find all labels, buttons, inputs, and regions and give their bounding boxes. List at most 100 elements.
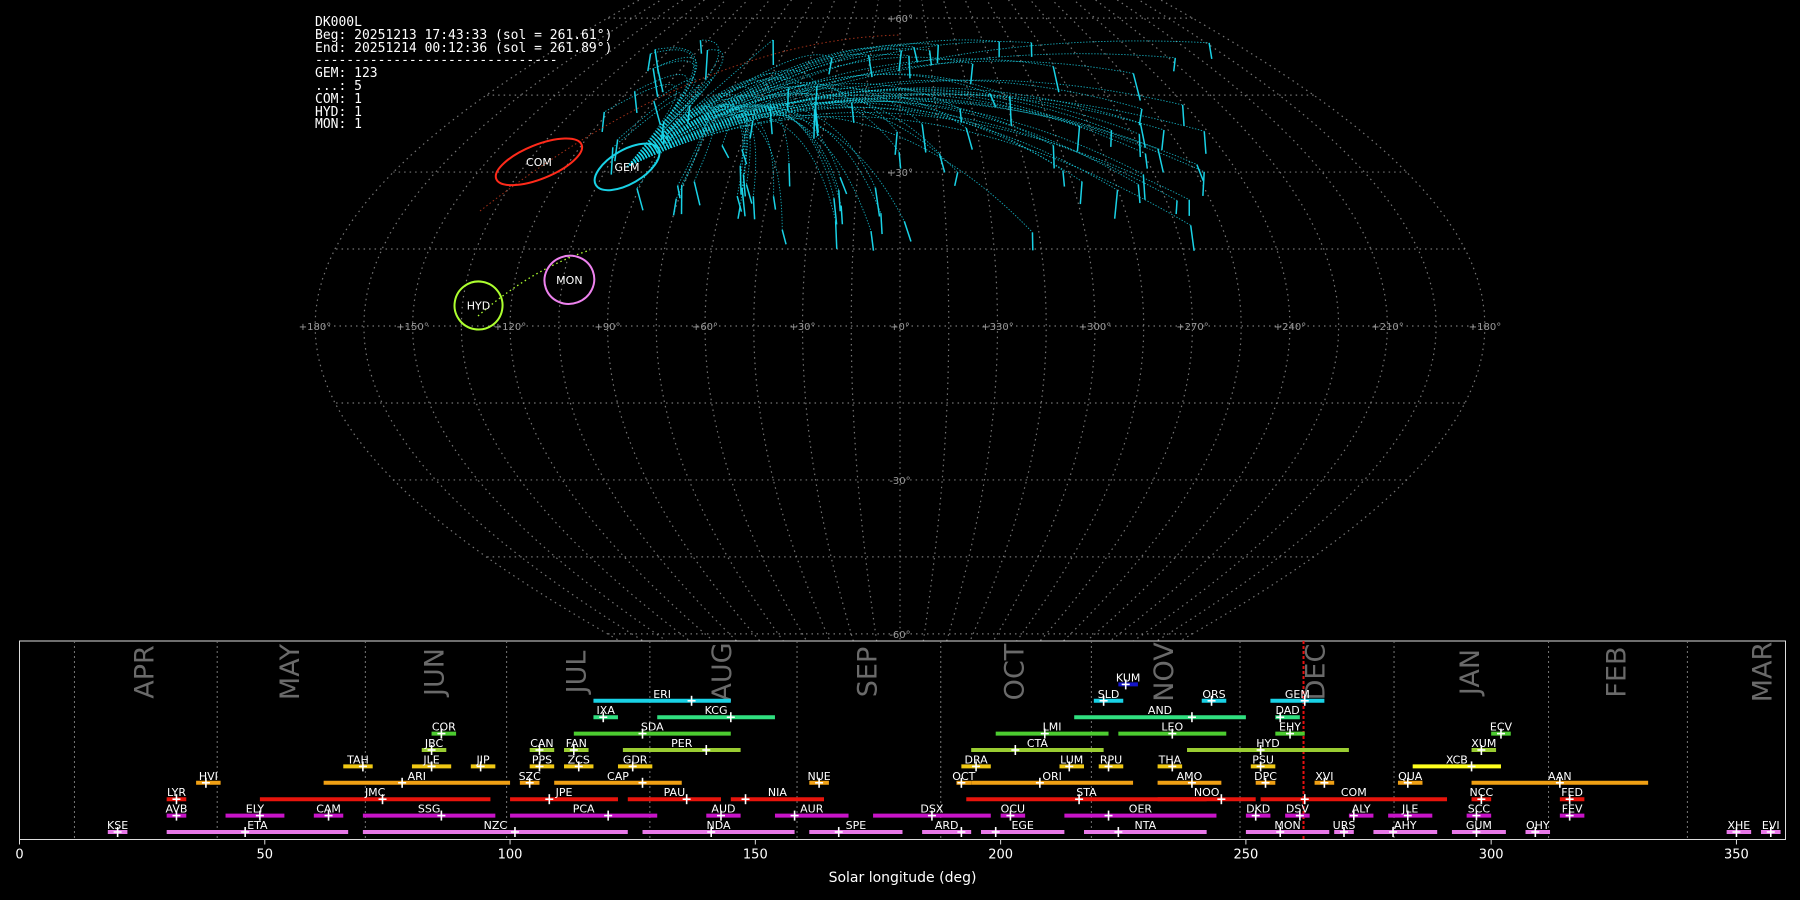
shower-label-xum: XUM [1471,737,1496,750]
x-tick-label: 100 [498,848,523,863]
meridian-label: +60° [692,322,718,333]
shower-label-ely: ELY [246,803,265,816]
shower-label-kse: KSE [107,819,128,832]
meteor-segment [1202,171,1205,196]
shower-label-gum: GUM [1466,819,1492,832]
meteor-segment [1196,164,1205,182]
shower-label-nda: NDA [707,819,732,832]
meteor-trail [626,101,1083,182]
shower-label-ahy: AHY [1394,819,1417,832]
shower-label-lyr: LYR [167,786,186,799]
shower-label-dsx: DSX [920,803,943,816]
meteor-segment [662,130,665,144]
meteor-segment [1144,153,1149,169]
shower-label-ohy: OHY [1526,819,1550,832]
meteor-trail [626,92,700,168]
shower-label-szc: SZC [519,770,542,783]
meteor-segment [1138,108,1143,126]
meteor-segment [1172,57,1177,72]
meteor-segment [1203,131,1207,154]
parallel-label: -30° [889,476,910,487]
shower-label-oer: OER [1129,803,1153,816]
shower-label-ori: ORI [1042,770,1062,783]
timeline-chart: APR MAY JUN JUL AUG SEP OCT NOV DEC JAN FEB MARKUME… [15,640,1786,886]
meridian-label: +330° [981,322,1013,333]
meridian-label: +300° [1079,322,1111,333]
x-tick-label: 200 [988,848,1013,863]
meteor-segment [699,40,703,54]
shower-label-dpc: DPC [1254,770,1277,783]
meridian-label: +90° [594,322,620,333]
month-label-apr: APR [129,645,160,699]
meridian-label: +180° [1469,322,1501,333]
shower-label-noo: NOO [1194,786,1220,799]
meteor-segment [788,163,791,187]
x-tick-label: 0 [15,848,23,863]
shower-label-fev: FEV [1562,803,1583,816]
x-tick-label: 300 [1479,848,1504,863]
shower-label-jle: JLE [422,753,439,766]
meteor-trail [626,83,961,168]
shower-label-jbc: JBC [424,737,444,750]
meteor-trail [626,60,1134,168]
shower-label-rpu: RPU [1100,753,1122,766]
meteor-segment [656,66,664,93]
shower-label-jle: JLE [1401,803,1418,816]
shower-label-jpe: JPE [555,786,573,799]
shower-label-jmc: JMC [364,786,386,799]
shower-label-dsv: DSV [1286,803,1309,816]
meteor-segment [1062,170,1066,187]
meteor-segment [834,221,838,249]
meteor-trail [626,39,774,168]
month-label-jan: JAN [1455,649,1486,697]
meridian-label: +150° [396,322,428,333]
meridian-label: +180° [299,322,331,333]
shower-label-avb: AVB [166,803,188,816]
month-label-aug: AUG [707,642,738,701]
shower-label-lmi: LMI [1043,721,1062,734]
meteor-segment [704,49,709,80]
shower-label-cam: CAM [316,803,341,816]
shower-label-cta: CTA [1027,737,1049,750]
shower-label-xvi: XVI [1315,770,1333,783]
meteor-segment [614,139,619,162]
shower-label-psu: PSU [1252,753,1274,766]
meteor-segment [721,145,730,159]
month-label-jul: JUL [562,651,593,696]
shower-label-ari: ARI [408,770,426,783]
shower-label-aan: AAN [1548,770,1572,783]
shower-label-nue: NUE [807,770,830,783]
shower-label-aud: AUD [711,803,735,816]
radiant-label-hyd: HYD [467,299,490,312]
shower-label-ege: EGE [1011,819,1033,832]
meridian-label: +240° [1274,322,1306,333]
shower-label-nia: NIA [768,786,787,799]
shower-label-eri: ERI [653,688,671,701]
parallel-label: -60° [889,630,910,641]
month-label-oct: OCT [1000,643,1031,700]
shower-label-tah: TAH [346,753,369,766]
meteor-segment [1052,66,1060,93]
meteor-segment [1189,225,1195,251]
shower-label-mon: MON [1274,819,1300,832]
shower-label-pps: PPS [532,753,552,766]
meteor-segment [610,147,614,175]
shower-label-ssg: SSG [418,803,441,816]
shower-label-dra: DRA [964,753,988,766]
meteor-segment [1137,184,1141,204]
month-label-may: MAY [275,643,306,700]
meridian-label: +30° [789,322,815,333]
meteor-segment [838,190,841,212]
meteor-segment [1181,104,1185,126]
shower-label-xcb: XCB [1446,753,1468,766]
meteor-segment [672,198,678,216]
x-axis-label: Solar longitude (deg) [829,870,977,886]
meteor-segment [1052,145,1055,169]
shower-label-leo: LEO [1161,721,1183,734]
meteor-segment [903,221,912,242]
shower-label-per: PER [671,737,693,750]
shower-label-cor: COR [432,721,456,734]
meteor-segment [742,174,747,197]
meteor-trail [626,60,696,168]
shower-label-tha: THA [1158,753,1182,766]
